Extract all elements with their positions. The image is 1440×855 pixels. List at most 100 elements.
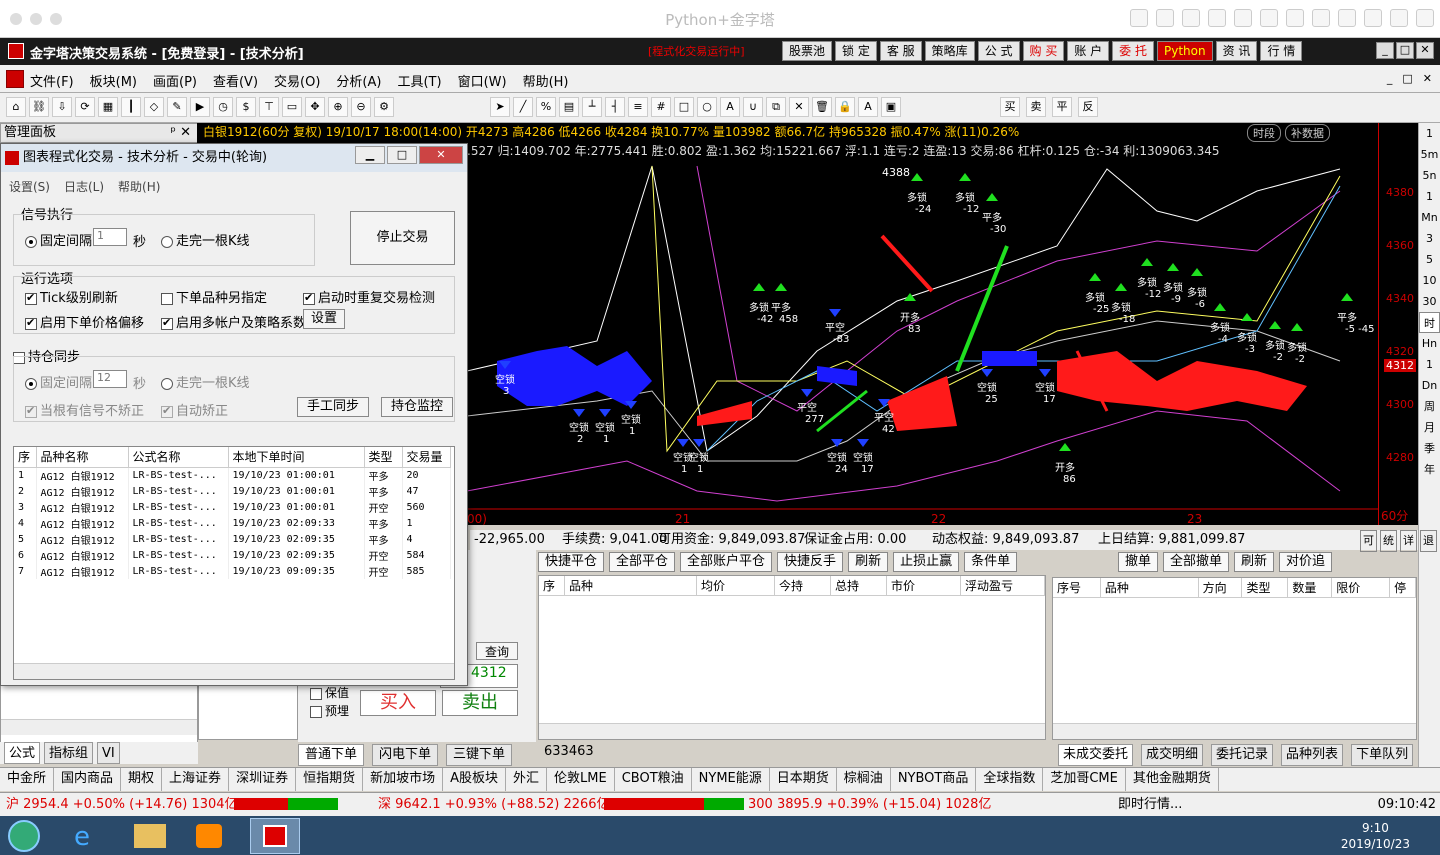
text-icon[interactable]: A [720, 97, 740, 117]
restore-icon[interactable]: □ [1396, 42, 1414, 59]
top-button-1[interactable]: 锁 定 [835, 41, 877, 61]
trade-col-1[interactable]: 品种名称 [36, 447, 129, 468]
dialog-close-icon[interactable]: ✕ [419, 146, 463, 164]
trade-log-table[interactable]: 序品种名称 公式名称 本地下单时间 类型 交易量 1 AG12 白银1912 LR-BS-te… [13, 446, 455, 680]
account-end-button-2[interactable]: 详 [1400, 530, 1417, 552]
market-tab-6[interactable]: 新加坡市场 [363, 768, 444, 791]
opt-preset[interactable]: 预埋 [310, 702, 349, 719]
fixed-interval-radio[interactable]: 固定间隔 [25, 230, 92, 249]
market-tab-10[interactable]: CBOT粮油 [615, 768, 692, 791]
account-end-button-1[interactable]: 统 [1380, 530, 1397, 552]
table-row[interactable]: 4 AG12 白银1912 LR-BS-test-... 19/10/23 02:09… [14, 515, 451, 531]
diamond-icon[interactable]: ◇ [144, 97, 164, 117]
market-tab-0[interactable]: 中金所 [0, 768, 55, 791]
zoom-in-icon[interactable]: ⊕ [328, 97, 348, 117]
market-tab-15[interactable]: 全球指数 [976, 768, 1044, 791]
sync-kline-radio[interactable]: 走完一根K线 [161, 372, 250, 391]
trade-col-0[interactable]: 序 [14, 447, 37, 468]
position-col-0[interactable]: 序 [539, 576, 565, 595]
menu-item-4[interactable]: 交易(O) [274, 71, 320, 90]
period-button-8[interactable]: 30 [1419, 291, 1440, 312]
hline-icon[interactable]: ┴ [582, 97, 602, 117]
order-col-4[interactable]: 数量 [1288, 578, 1333, 597]
order-tab-1[interactable]: 闪电下单 [372, 744, 439, 766]
period-button-15[interactable]: 季 [1419, 438, 1440, 459]
account-end-button-3[interactable]: 退 [1420, 530, 1437, 552]
top-button-4[interactable]: 公 式 [977, 41, 1020, 61]
position-col-6[interactable]: 浮动盈亏 [961, 576, 1045, 595]
opt-hedge[interactable]: 保值 [310, 684, 349, 701]
buy-icon[interactable]: 买 [1000, 97, 1020, 117]
trash-icon[interactable]: 🗑 [812, 97, 832, 117]
sync-fixed-radio[interactable]: 固定间隔 [25, 372, 92, 391]
trade-col-4[interactable]: 类型 [364, 447, 403, 468]
opt-multi-account[interactable]: 启用多帐户及策略系数 [161, 312, 306, 331]
order-col-2[interactable]: 方向 [1199, 578, 1243, 597]
chart-header-button-1[interactable]: 补数据 [1285, 124, 1330, 142]
order-tab-2[interactable]: 三键下单 [446, 744, 513, 766]
record-tab-0[interactable]: 未成交委托 [1058, 744, 1134, 766]
top-button-7[interactable]: 委 托 [1112, 41, 1154, 61]
app-window-controls[interactable]: _ □ ✕ [1376, 42, 1434, 59]
record-tab-1[interactable]: 成交明细 [1141, 744, 1204, 766]
position-col-1[interactable]: 品种 [565, 576, 697, 595]
record-tab-2[interactable]: 委托记录 [1211, 744, 1274, 766]
chart-header-button-0[interactable]: 时段 [1247, 124, 1281, 142]
record-tab-3[interactable]: 品种列表 [1281, 744, 1344, 766]
market-tab-7[interactable]: A股板块 [443, 768, 507, 791]
lock-icon[interactable]: 🔒 [835, 97, 855, 117]
ie-icon[interactable]: e [74, 822, 104, 852]
order-button-2[interactable]: 刷新 [1234, 552, 1275, 572]
period-button-11[interactable]: 1 [1419, 354, 1440, 375]
trade-col-2[interactable]: 公式名称 [128, 447, 229, 468]
sync-interval-input[interactable]: 12 [93, 370, 127, 388]
top-button-8[interactable]: Python [1157, 41, 1213, 61]
news-ticker[interactable]: 即时行情... [1118, 793, 1182, 817]
panel-scrollbar[interactable] [1, 719, 197, 735]
period-button-3[interactable]: 1 [1419, 186, 1440, 207]
position-col-5[interactable]: 市价 [887, 576, 961, 595]
trade-col-3[interactable]: 本地下单时间 [228, 447, 365, 468]
opt-tick[interactable]: Tick级别刷新 [25, 287, 118, 306]
account-end-button-0[interactable]: 可 [1360, 530, 1377, 552]
order-tab-0[interactable]: 普通下单 [298, 744, 365, 766]
play-icon[interactable]: ▶ [190, 97, 210, 117]
line-icon[interactable]: ╱ [513, 97, 533, 117]
position-monitor-button[interactable]: 持仓监控 [381, 397, 453, 417]
market-tab-12[interactable]: 日本期货 [770, 768, 837, 791]
table-row[interactable]: 3 AG12 白银1912 LR-BS-test-... 19/10/23 01:00… [14, 499, 451, 515]
market-tab-11[interactable]: NYME能源 [692, 768, 770, 791]
filter-icon[interactable]: ⊤ [259, 97, 279, 117]
market-tab-5[interactable]: 恒指期货 [296, 768, 364, 791]
cursor-icon[interactable]: ➤ [490, 97, 510, 117]
table-row[interactable]: 1 AG12 白银1912 LR-BS-test-... 19/10/23 01:00… [14, 467, 451, 483]
position-list[interactable]: 序品种 均价 今持 总持 市价 浮动盈亏 [538, 575, 1046, 740]
vline-icon[interactable]: ┤ [605, 97, 625, 117]
period-button-16[interactable]: 年 [1419, 459, 1440, 480]
clock[interactable]: 9:10 2019/10/23 [1341, 820, 1410, 852]
period-button-7[interactable]: 10 [1419, 270, 1440, 291]
save-icon[interactable]: ▣ [881, 97, 901, 117]
order-scrollbar[interactable] [1053, 723, 1416, 739]
position-col-2[interactable]: 均价 [697, 576, 775, 595]
trade-button-0[interactable]: 快捷平仓 [538, 552, 605, 572]
box-icon[interactable]: ▤ [559, 97, 579, 117]
percent-icon[interactable]: % [536, 97, 556, 117]
period-button-14[interactable]: 月 [1419, 417, 1440, 438]
opt-other-symbol[interactable]: 下单品种另指定 [161, 287, 267, 306]
order-button-0[interactable]: 撤单 [1118, 552, 1159, 572]
start-icon[interactable] [8, 820, 40, 852]
top-button-9[interactable]: 资 讯 [1215, 41, 1258, 61]
close-icon[interactable]: ✕ [1416, 42, 1434, 59]
table-row[interactable]: 5 AG12 白银1912 LR-BS-test-... 19/10/23 02:09… [14, 531, 451, 547]
market-tab-9[interactable]: 伦敦LME [547, 768, 615, 791]
opt-dup-check[interactable]: 启动时重复交易检测 [303, 287, 435, 306]
order-col-3[interactable]: 类型 [1242, 578, 1289, 597]
rect-icon[interactable]: □ [674, 97, 694, 117]
market-tab-16[interactable]: 芝加哥CME [1043, 768, 1126, 791]
dialog-menu-item-2[interactable]: 帮助(H) [118, 178, 160, 195]
sell-icon[interactable]: 卖 [1026, 97, 1046, 117]
window-tools[interactable] [1130, 9, 1434, 27]
position-col-3[interactable]: 今持 [775, 576, 831, 595]
period-button-6[interactable]: 5 [1419, 249, 1440, 270]
